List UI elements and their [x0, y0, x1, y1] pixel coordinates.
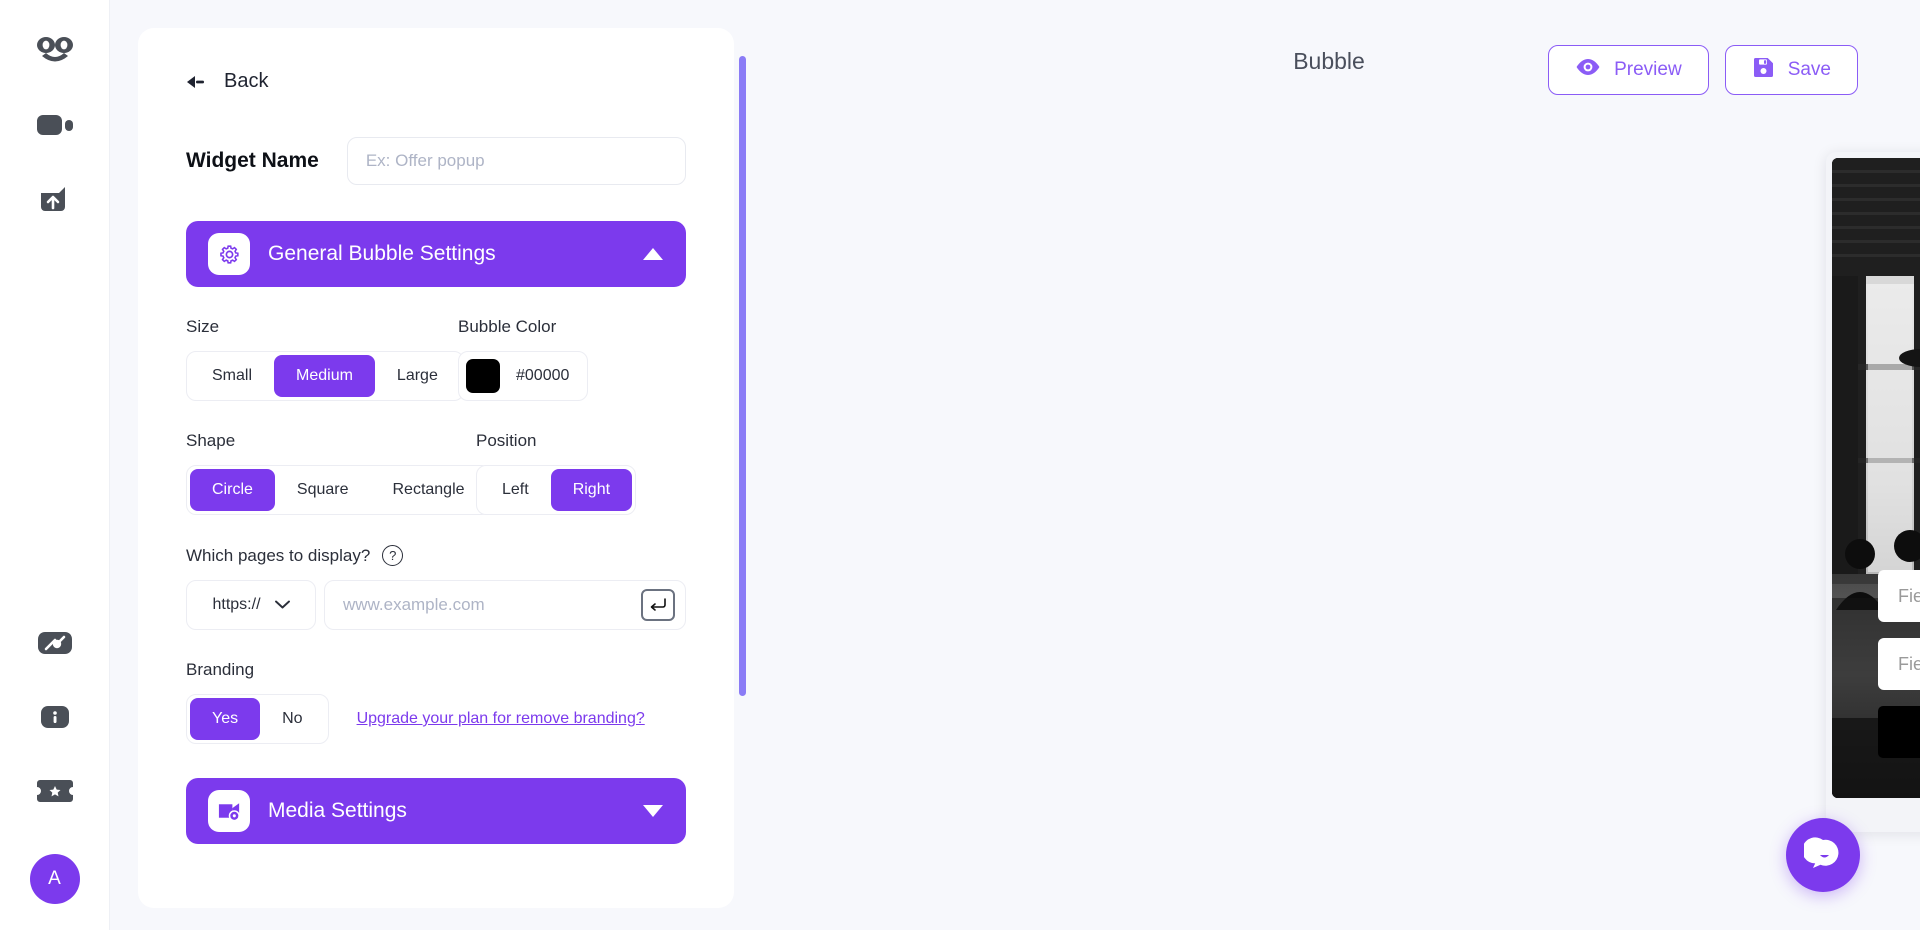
shape-segmented-control: Circle Square Rectangle — [186, 465, 491, 515]
section-title: General Bubble Settings — [268, 242, 496, 265]
upload-file-icon — [38, 184, 72, 219]
chat-bubble-icon — [1802, 834, 1842, 877]
widget-name-row: Widget Name — [186, 137, 686, 185]
section-header-media-settings[interactable]: Media Settings — [186, 778, 686, 844]
pages-label: Which pages to display? — [186, 545, 371, 565]
chevron-up-icon[interactable] — [642, 247, 664, 261]
preview-stage: Bubble Preview Save Field one Field two — [738, 0, 1920, 930]
size-segmented-control: Small Medium Large — [186, 351, 464, 401]
sidebar-item-rewards[interactable] — [32, 770, 78, 816]
chevron-down-icon — [274, 596, 290, 614]
chevron-down-icon[interactable] — [642, 804, 664, 818]
size-color-row: Size Small Medium Large Bubble Color #00… — [186, 317, 686, 401]
shape-option-square[interactable]: Square — [275, 469, 371, 511]
avatar[interactable]: A — [29, 854, 80, 904]
position-option-left[interactable]: Left — [480, 469, 551, 511]
bubble-color-picker[interactable]: #00000 — [458, 351, 589, 401]
url-input-wrapper — [324, 580, 686, 630]
branding-segmented-control: Yes No — [186, 694, 329, 744]
section-header-general-bubble-settings[interactable]: General Bubble Settings — [186, 221, 686, 287]
shape-field: Shape Circle Square Rectangle — [186, 431, 491, 515]
question-mark-icon[interactable]: ? — [382, 545, 404, 566]
preview-footer: Create your free widget POPSUITE be the … — [1832, 764, 1920, 798]
position-segmented-control: Left Right — [476, 465, 637, 515]
arrow-left-icon — [186, 74, 208, 90]
ticket-star-icon — [36, 779, 74, 808]
preview-field-two[interactable] — [1878, 638, 1920, 690]
sidebar-item-info[interactable] — [32, 696, 78, 742]
color-hex-value: #00000 — [516, 367, 570, 384]
color-swatch[interactable] — [466, 359, 500, 393]
size-option-small[interactable]: Small — [190, 355, 274, 397]
app-root: A Back Widget Name Ex: Offer popup Gener… — [0, 0, 1920, 930]
section-title: Media Settings — [268, 799, 407, 822]
bubble-color-field: Bubble Color #00000 — [458, 317, 589, 401]
video-camera-icon — [36, 111, 74, 144]
sidebar-item-video[interactable] — [32, 104, 78, 150]
preview-field-one[interactable] — [1878, 570, 1920, 622]
floppy-disk-icon — [1752, 56, 1775, 85]
sidebar-item-integrations[interactable] — [32, 622, 78, 668]
branding-option-yes[interactable]: Yes — [190, 698, 261, 740]
size-field: Size Small Medium Large — [186, 317, 464, 401]
branding-option-no[interactable]: No — [260, 698, 324, 740]
url-input[interactable] — [343, 595, 641, 615]
widget-name-label: Widget Name — [186, 149, 319, 172]
back-button[interactable]: Back — [186, 70, 686, 93]
shape-option-rectangle[interactable]: Rectangle — [370, 469, 486, 511]
settings-panel: Back Widget Name General Bubble Settings — [138, 28, 734, 908]
protocol-select[interactable]: https:// — [186, 580, 316, 630]
shape-label: Shape — [186, 431, 236, 450]
save-button-label: Save — [1787, 59, 1831, 80]
upgrade-plan-link[interactable]: Upgrade your plan for remove branding? — [357, 710, 645, 728]
size-label: Size — [186, 317, 220, 336]
popsuite-logo-icon — [33, 35, 77, 72]
position-label: Position — [476, 431, 537, 450]
bubble-color-label: Bubble Color — [458, 317, 557, 336]
info-icon — [40, 704, 70, 735]
page-title: Bubble — [1293, 48, 1365, 74]
preview-form: Submit — [1832, 570, 1920, 758]
back-label: Back — [224, 70, 269, 92]
widget-preview-card: Submit Create your free widget — [1826, 152, 1920, 832]
save-button[interactable]: Save — [1724, 45, 1858, 95]
preview-submit-button[interactable]: Submit — [1878, 706, 1920, 758]
preview-button-label: Preview — [1614, 59, 1682, 80]
size-option-medium[interactable]: Medium — [274, 355, 375, 397]
widget-name-input[interactable] — [346, 137, 686, 185]
pages-label-row: Which pages to display? ? — [186, 545, 686, 566]
preview-button[interactable]: Preview — [1548, 45, 1709, 95]
branding-row: Yes No Upgrade your plan for remove bran… — [186, 694, 686, 744]
url-row: https:// — [186, 580, 686, 630]
enter-key-icon[interactable] — [641, 589, 675, 621]
settings-panel-wrapper: Back Widget Name General Bubble Settings — [138, 28, 746, 930]
left-sidebar: A — [0, 0, 110, 930]
shape-option-circle[interactable]: Circle — [190, 469, 275, 511]
widget-preview-frame: Submit Create your free widget — [1832, 158, 1920, 798]
size-option-large[interactable]: Large — [375, 355, 460, 397]
eye-icon — [1575, 58, 1601, 82]
protocol-value: https:// — [212, 596, 261, 613]
sidebar-item-logo[interactable] — [32, 30, 78, 76]
position-option-right[interactable]: Right — [550, 469, 633, 511]
chat-fab-button[interactable] — [1786, 818, 1860, 892]
position-field: Position Left Right — [476, 431, 637, 515]
shape-position-row: Shape Circle Square Rectangle Position L… — [186, 431, 686, 515]
branding-field: Branding Yes No Upgrade your plan for re… — [186, 660, 686, 744]
top-actions: Preview Save — [1548, 45, 1858, 95]
plug-connect-icon — [37, 630, 73, 661]
media-video-icon — [208, 790, 250, 832]
sidebar-bottom-group: A — [29, 622, 80, 930]
branding-label: Branding — [186, 660, 255, 679]
pages-field: Which pages to display? ? https:// — [186, 545, 686, 630]
sidebar-item-upload[interactable] — [32, 178, 78, 224]
gear-icon — [208, 233, 250, 275]
